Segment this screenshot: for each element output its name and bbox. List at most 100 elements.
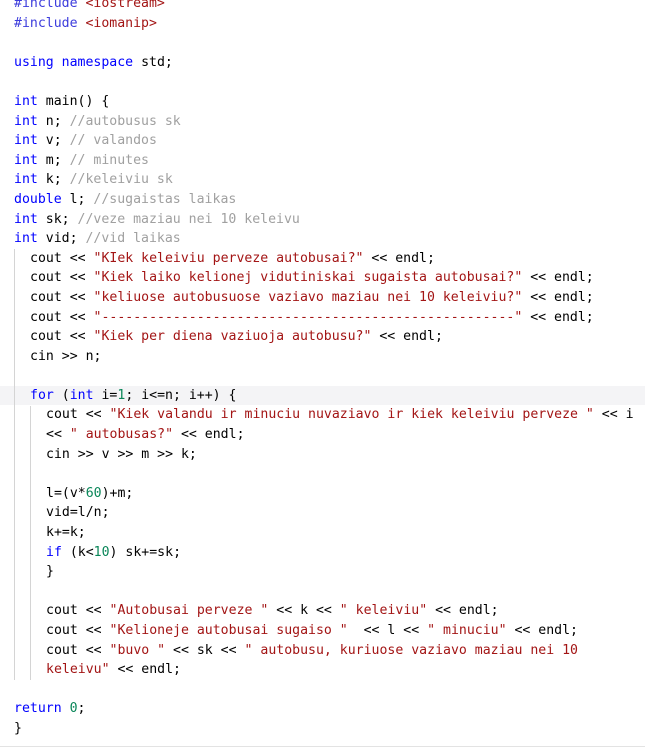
code-line[interactable]: cout << "KIek keleiviu perveze autobusai… (0, 249, 645, 269)
code-line[interactable]: double l; //sugaistas laikas (0, 190, 645, 210)
code-line[interactable] (0, 72, 645, 92)
code-line[interactable]: if (k<10) sk+=sk; (0, 543, 645, 563)
string-token: " minuciu" (427, 623, 507, 638)
code-token: << endl; (522, 270, 594, 286)
code-token: << endl; (363, 250, 435, 266)
keyword-token: int (14, 231, 38, 247)
code-token: cout << (30, 289, 94, 305)
keyword-token: double (14, 191, 62, 207)
code-token: cout << (46, 623, 110, 638)
string-token: " keleiviu" (339, 603, 428, 619)
code-token: k; (37, 172, 70, 188)
keyword-token: int (14, 211, 38, 227)
code-line[interactable]: int main() { (0, 92, 645, 112)
code-token: << endl; (371, 329, 443, 345)
string-token: "Kiek per diena vaziuoja autobusu?" (93, 329, 372, 345)
comment-token: // minutes (69, 152, 149, 168)
string-token: keleivu" (46, 662, 110, 678)
code-token: sk; (37, 211, 78, 227)
code-line[interactable]: k+=k; (0, 523, 645, 543)
code-line[interactable]: for (int i=1; i<=n; i++) { (0, 385, 645, 406)
string-token: <iomanip> (85, 15, 157, 31)
string-token: "keliuose autobusuose vaziavo maziau nei… (93, 289, 523, 305)
code-token: l=(v* (46, 485, 86, 501)
keyword-token: int (14, 133, 38, 149)
code-line[interactable]: cin >> n; (0, 347, 645, 367)
code-token: i= (93, 387, 118, 403)
code-token: cout << (46, 642, 110, 658)
code-line[interactable] (0, 464, 645, 484)
code-line[interactable]: << " autobusas?" << endl; (0, 425, 645, 445)
code-line[interactable]: cout << "-------------------------------… (0, 308, 645, 328)
number-token: 60 (85, 485, 102, 501)
string-token: "buvo " (109, 642, 166, 658)
code-line[interactable]: #include <iostream> (0, 0, 645, 14)
code-line[interactable]: int m; // minutes (0, 151, 645, 171)
code-token: vid=l/n; (46, 505, 110, 521)
code-line[interactable] (0, 582, 645, 602)
code-line[interactable]: return 0; (0, 699, 645, 719)
code-token: ; (77, 701, 86, 717)
keyword-token: if (46, 544, 62, 560)
editor-bottom-border (0, 746, 645, 747)
code-line[interactable]: } (0, 562, 645, 582)
keyword-token: int (14, 93, 38, 109)
string-token: "Kelioneje autobusai sugaiso " (109, 623, 348, 638)
code-line[interactable] (0, 366, 645, 386)
keyword-token: namespace (61, 54, 134, 70)
comment-token: //sugaistas laikas (93, 191, 237, 207)
code-line[interactable]: keleivu" << endl; (0, 660, 645, 680)
code-line[interactable]: vid=l/n; (0, 503, 645, 523)
keyword-token: for (30, 387, 54, 403)
code-line[interactable]: using namespace std; (0, 53, 645, 73)
code-token: } (46, 564, 54, 580)
code-line[interactable]: cout << "Kiek per diena vaziuoja autobus… (0, 327, 645, 347)
code-token: cout << (30, 250, 94, 266)
code-token: << (46, 427, 70, 443)
code-line[interactable]: int v; // valandos (0, 131, 645, 151)
code-token: << k << (268, 603, 340, 619)
code-line[interactable]: int vid; //vid laikas (0, 229, 645, 249)
string-token: " autobusas?" (69, 427, 174, 443)
code-line[interactable]: cout << "Kiek valandu ir minuciu nuvazia… (0, 405, 645, 425)
code-token: << i (593, 407, 634, 423)
code-line[interactable]: } (0, 719, 645, 739)
code-token: << endl; (173, 427, 245, 443)
string-token: "Kiek laiko kelionej vidutiniskai sugais… (93, 270, 523, 286)
string-token: "KIek keleiviu perveze autobusai?" (93, 250, 364, 266)
string-token: "Kiek valandu ir minuciu nuvaziavo ir ki… (109, 407, 594, 423)
number-token: 10 (93, 544, 110, 560)
code-line[interactable]: cout << "Autobusai perveze " << k << " k… (0, 601, 645, 621)
code-token: )+m; (101, 485, 134, 501)
indent-guide (30, 405, 31, 680)
code-line[interactable]: int k; //keleiviu sk (0, 170, 645, 190)
comment-token: //autobusus sk (69, 113, 181, 129)
code-line[interactable]: l=(v*60)+m; (0, 484, 645, 504)
string-token: " autobusu, kuriuose vaziavo maziau nei … (244, 642, 578, 658)
code-token: m; (37, 152, 70, 168)
indent-guide (14, 248, 15, 680)
string-token: "---------------------------------------… (93, 309, 523, 325)
code-token: ( (53, 387, 70, 403)
code-token: cin >> n; (30, 348, 102, 364)
code-line[interactable]: cout << "buvo " << sk << " autobusu, kur… (0, 641, 645, 661)
code-line[interactable] (0, 33, 645, 53)
code-token: cout << (46, 407, 110, 423)
code-line[interactable]: cout << "Kelioneje autobusai sugaiso " <… (0, 621, 645, 641)
code-line[interactable]: cout << "Kiek laiko kelionej vidutiniska… (0, 268, 645, 288)
code-token: cout << (46, 603, 110, 619)
code-line[interactable] (0, 680, 645, 700)
code-token: std; (133, 54, 173, 70)
code-line[interactable]: cin >> v >> m >> k; (0, 445, 645, 465)
code-line[interactable]: #include <iomanip> (0, 14, 645, 34)
code-token: n; (37, 113, 70, 129)
code-line[interactable]: cout << "keliuose autobusuose vaziavo ma… (0, 288, 645, 308)
code-line[interactable]: int sk; //veze maziau nei 10 keleivu (0, 210, 645, 230)
code-editor[interactable]: #include <iostream> #include <iomanip> usi… (0, 0, 645, 739)
code-line[interactable]: int n; //autobusus sk (0, 112, 645, 132)
code-token: main() { (37, 93, 110, 109)
keyword-token: using (14, 54, 54, 70)
keyword-token: int (14, 113, 38, 129)
